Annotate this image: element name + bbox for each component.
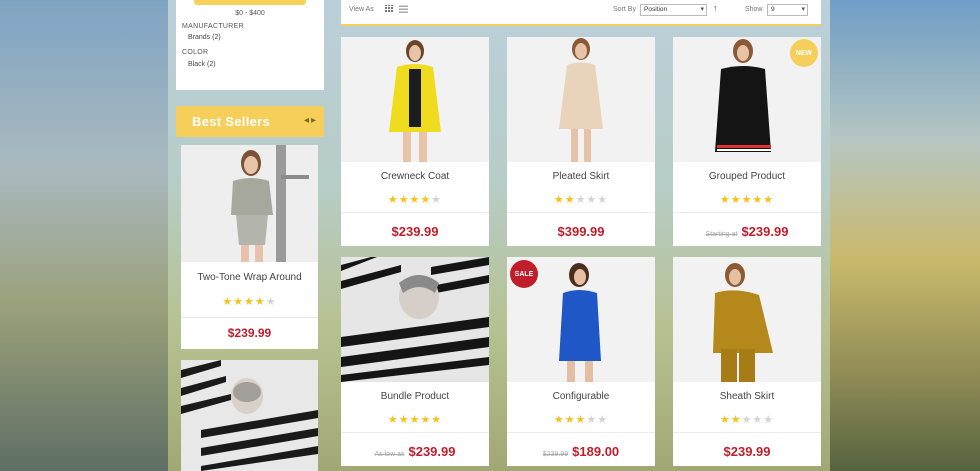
divider (507, 432, 655, 433)
price-row: $239.99 (341, 223, 489, 241)
product-name[interactable]: Grouped Product (673, 171, 821, 182)
best-sellers-header: Best Sellers ◂ ▸ (176, 106, 324, 137)
product-name[interactable]: Bundle Product (341, 391, 489, 402)
product-price: $239.99 (723, 444, 771, 459)
product-card[interactable]: Sheath Skirt ★★★★★ $239.99 (673, 257, 821, 466)
best-sellers-title: Best Sellers (192, 114, 271, 129)
background-left (0, 0, 168, 471)
product-card[interactable]: Crewneck Coat ★★★★★ $239.99 (341, 37, 489, 246)
price-row: $399.99 (507, 223, 655, 241)
product-price: $239.99 (391, 224, 439, 239)
rating-stars: ★★★★★ (719, 194, 775, 206)
view-as-label: View As (349, 6, 374, 13)
product-image[interactable] (507, 37, 655, 162)
product-price: $239.99 (741, 224, 789, 239)
best-seller-card-2[interactable] (181, 360, 318, 471)
show-select[interactable]: 9 (767, 4, 808, 16)
product-card[interactable]: NEW Grouped Product ★★★★★ Starting at $23… (673, 37, 821, 246)
color-label: COLOR (182, 49, 209, 56)
rating-stars: ★★★★★ (387, 414, 443, 426)
next-arrow-icon[interactable]: ▸ (311, 115, 316, 126)
filter-option-black[interactable]: Black (2) (188, 61, 216, 68)
rating-stars: ★★★★★ (553, 194, 609, 206)
product-image[interactable] (673, 257, 821, 382)
product-card[interactable]: Pleated Skirt ★★★★★ $399.99 (507, 37, 655, 246)
rating-stars: ★★★★★ (222, 296, 277, 308)
rating-stars: ★★★★★ (719, 414, 775, 426)
sale-badge: SALE (510, 260, 538, 288)
product-name[interactable]: Pleated Skirt (507, 171, 655, 182)
rating-stars: ★★★★★ (387, 194, 443, 206)
product-name[interactable]: Sheath Skirt (673, 391, 821, 402)
product-name[interactable]: Configurable (507, 391, 655, 402)
price-prefix: As low as (374, 451, 405, 458)
divider (673, 432, 821, 433)
divider (341, 432, 489, 433)
product-card[interactable]: Bundle Product ★★★★★ As low as $239.99 (341, 257, 489, 466)
sort-by-select[interactable]: Position (640, 4, 707, 16)
show-label: Show (745, 6, 763, 13)
best-seller-price: $239.99 (227, 326, 272, 340)
product-image[interactable] (341, 37, 489, 162)
rating-stars: ★★★★★ (553, 414, 609, 426)
best-seller-card[interactable]: Two-Tone Wrap Around ★★★★★ $239.99 (181, 145, 318, 349)
divider (341, 212, 489, 213)
best-sellers-nav: ◂ ▸ (302, 115, 316, 126)
manufacturer-label: MANUFACTURER (182, 23, 244, 30)
product-image[interactable] (341, 257, 489, 382)
divider (181, 317, 318, 318)
product-price: $189.00 (572, 444, 620, 459)
list-view-icon[interactable] (399, 5, 408, 13)
product-price: $239.99 (408, 444, 456, 459)
new-badge: NEW (790, 39, 818, 67)
product-name[interactable]: Crewneck Coat (341, 171, 489, 182)
old-price: $239.99 (542, 451, 569, 458)
best-seller-name[interactable]: Two-Tone Wrap Around (181, 272, 318, 283)
prev-arrow-icon[interactable]: ◂ (304, 115, 309, 126)
product-card[interactable]: SALE Configurable ★★★★★ $239.99 $189.00 (507, 257, 655, 466)
product-toolbar: View As Sort By Position ↑ Show 9 (341, 0, 821, 26)
price-prefix: Starting at (705, 231, 738, 238)
sort-direction-icon[interactable]: ↑ (713, 3, 718, 13)
price-row: $239.99 (673, 443, 821, 461)
product-image[interactable] (181, 360, 318, 471)
price-row: As low as $239.99 (341, 443, 489, 461)
divider (507, 212, 655, 213)
price-row: $239.99 $189.00 (507, 443, 655, 461)
product-price: $399.99 (557, 224, 605, 239)
page-container: $0 - $400 MANUFACTURER Brands (2) COLOR … (168, 0, 830, 471)
filter-option-brands[interactable]: Brands (2) (188, 34, 221, 41)
price-range-text: $0 - $400 (235, 10, 265, 17)
sort-by-label: Sort By (613, 6, 636, 13)
layered-filter-box: $0 - $400 MANUFACTURER Brands (2) COLOR … (176, 0, 324, 90)
divider (673, 212, 821, 213)
background-right (830, 0, 980, 471)
product-image[interactable] (181, 145, 318, 262)
price-row: Starting at $239.99 (673, 223, 821, 241)
price-slider[interactable] (194, 0, 306, 5)
grid-view-icon[interactable] (385, 5, 393, 13)
